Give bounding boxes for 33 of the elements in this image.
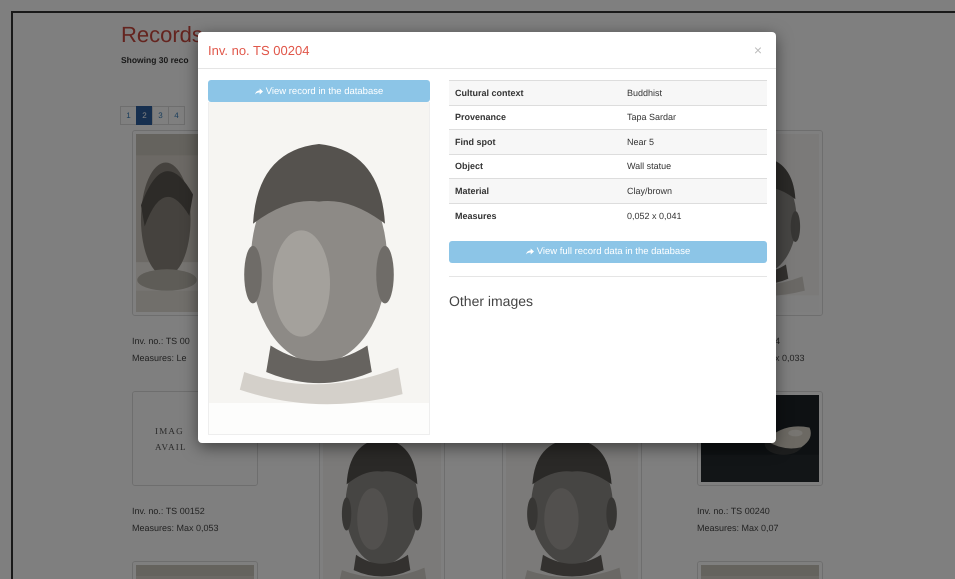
detail-label: Find spot bbox=[449, 130, 621, 154]
detail-label: Cultural context bbox=[449, 80, 621, 105]
detail-label: Object bbox=[449, 154, 621, 178]
detail-label: Material bbox=[449, 178, 621, 203]
detail-value: Clay/brown bbox=[621, 178, 767, 203]
view-record-button[interactable]: View record in the database bbox=[208, 80, 430, 102]
detail-value: 0,052 x 0,041 bbox=[621, 203, 767, 228]
dialog-title: Inv. no. TS 00204 bbox=[208, 42, 310, 58]
detail-label: Provenance bbox=[449, 105, 621, 130]
page-link[interactable]: 2 bbox=[136, 106, 153, 125]
arrow-icon bbox=[254, 88, 263, 94]
inventory-number: Inv. no.: TS 00240 bbox=[697, 505, 771, 518]
page-link[interactable]: 3 bbox=[152, 106, 169, 125]
measures-text: Measures: Max 0,053 bbox=[132, 522, 220, 534]
inventory-number: Inv. no.: TS 00 bbox=[132, 335, 191, 348]
measures-text: Measures: Max 0,07 bbox=[697, 522, 780, 534]
page-title: Records bbox=[121, 22, 204, 48]
close-button[interactable]: × bbox=[750, 42, 766, 58]
measures-text: Measures: Le bbox=[132, 352, 188, 364]
detail-value: Tapa Sardar bbox=[621, 105, 767, 130]
detail-value: Wall statue bbox=[621, 154, 767, 178]
detail-value: Buddhist bbox=[621, 80, 767, 105]
section-heading: Other images bbox=[449, 292, 534, 308]
placeholder-text: IMAG bbox=[155, 426, 185, 436]
results-summary: Showing 30 reco bbox=[121, 54, 190, 66]
arrow-icon bbox=[526, 248, 534, 255]
view-full-record-button[interactable]: View full record data in the database bbox=[449, 240, 767, 262]
inventory-number: Inv. no.: TS 00152 bbox=[132, 505, 206, 518]
page-link[interactable]: 4 bbox=[168, 106, 185, 125]
placeholder-text: AVAIL bbox=[155, 442, 188, 452]
detail-value: Near 5 bbox=[621, 130, 767, 154]
detail-label: Measures bbox=[449, 203, 621, 228]
page-link[interactable]: 1 bbox=[120, 106, 137, 125]
